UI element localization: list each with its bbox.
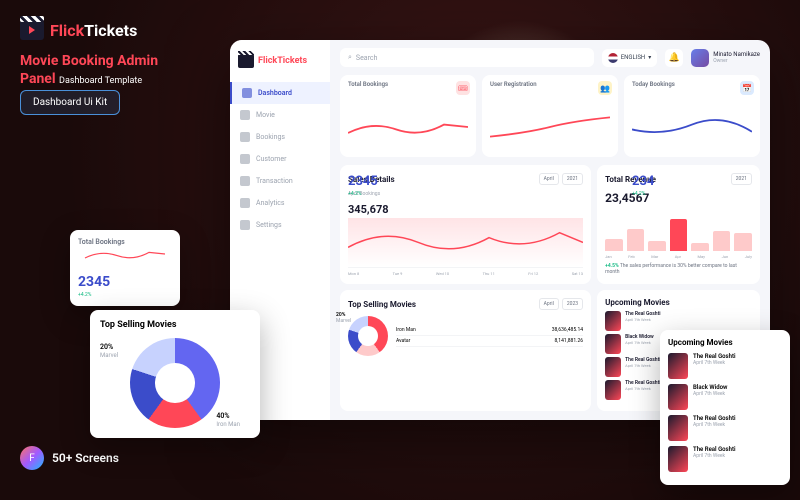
top-selling-card: Top Selling Movies April 2023 20%Marvel …	[340, 290, 591, 411]
float-top-selling: Top Selling Movies 20%Marvel 40%Iron Man	[90, 310, 260, 438]
revenue-bars	[605, 211, 752, 251]
sidebar-item-customer[interactable]: Customer	[230, 148, 330, 170]
month-select[interactable]: April	[539, 173, 559, 185]
donut-chart	[130, 338, 220, 428]
bar	[627, 229, 645, 251]
headline-c: Dashboard Template	[59, 76, 142, 86]
ticket-icon: 🎟	[456, 81, 470, 95]
nav-icon	[240, 154, 250, 164]
nav-icon	[242, 88, 252, 98]
movie-thumb	[605, 357, 621, 377]
card-title: Upcoming Movies	[605, 298, 752, 307]
stat-today-bookings: Today Bookings 📅 234 +4.2%	[624, 75, 760, 157]
stat-total-bookings: Total Bookings 🎟 2345 +4.2%	[340, 75, 476, 157]
user-name: Minato Namikaze	[713, 51, 760, 58]
headline-a: Movie Booking Admin	[20, 53, 158, 69]
list-item[interactable]: The Real GoshtiApril 7th Week	[668, 353, 782, 379]
movie-thumb	[668, 384, 688, 410]
movie-thumb	[605, 334, 621, 354]
bar	[648, 241, 666, 251]
figma-icon: F	[20, 446, 44, 470]
list-item[interactable]: The Real GoshtiApril 7th Week	[668, 415, 782, 441]
topbar: ⌕ Search ENGLISH ▾ 🔔 Minato Namikaze Own…	[340, 48, 760, 67]
flag-icon	[608, 53, 618, 63]
brand-part-a: Flick	[50, 21, 84, 40]
bar	[605, 239, 623, 251]
bar	[713, 231, 731, 251]
user-role: Owner	[713, 58, 760, 64]
movie-thumb	[668, 353, 688, 379]
sidebar-item-bookings[interactable]: Bookings	[230, 126, 330, 148]
chevron-down-icon: ▾	[648, 54, 651, 61]
sidebar-logo: FlickTickets	[230, 50, 330, 72]
sidebar-item-transaction[interactable]: Transaction	[230, 170, 330, 192]
figma-badge: F 50+ Screens	[20, 446, 119, 470]
list-item[interactable]: The Real GoshtiApril 7th Week	[668, 446, 782, 472]
sidebar-item-dashboard[interactable]: Dashboard	[230, 82, 330, 104]
table-row: Iron Man38,636,485.14	[396, 325, 583, 336]
movie-thumb	[668, 415, 688, 441]
bar	[734, 233, 752, 251]
sales-value: 345,678	[348, 203, 583, 216]
nav-icon	[240, 220, 250, 230]
promo-logo: FlickTickets	[20, 20, 180, 40]
year-select[interactable]: 2021	[562, 173, 583, 185]
nav-icon	[240, 176, 250, 186]
donut-chart	[348, 316, 388, 356]
search-input[interactable]: ⌕ Search	[340, 48, 594, 67]
language-select[interactable]: ENGLISH ▾	[602, 49, 658, 67]
dashboard-kit-button[interactable]: Dashboard Ui Kit	[20, 90, 120, 115]
movie-thumb	[605, 311, 621, 331]
screens-count: 50+ Screens	[52, 451, 119, 465]
nav-icon	[240, 110, 250, 120]
year-select[interactable]: 2023	[562, 298, 583, 310]
nav-icon	[240, 198, 250, 208]
list-item[interactable]: Black WidowApril 7th Week	[668, 384, 782, 410]
calendar-icon: 📅	[740, 81, 754, 95]
sidebar-item-movie[interactable]: Movie	[230, 104, 330, 126]
card-title: Top Selling Movies	[348, 300, 416, 309]
search-icon: ⌕	[348, 53, 352, 62]
brand-part-b: Tickets	[84, 21, 137, 40]
list-item[interactable]: The Real GoshtiApril 7th Week	[605, 311, 752, 331]
month-select[interactable]: April	[539, 298, 559, 310]
sales-chart	[348, 218, 583, 268]
user-menu[interactable]: Minato Namikaze Owner	[691, 49, 760, 67]
movie-thumb	[668, 446, 688, 472]
float-total-bookings: Total Bookings 2345 +4.2%	[70, 230, 180, 306]
bar	[670, 219, 688, 251]
users-icon: 👥	[598, 81, 612, 95]
bell-icon: 🔔	[669, 53, 680, 63]
float-upcoming: Upcoming Movies The Real GoshtiApril 7th…	[660, 330, 790, 485]
clapperboard-icon	[238, 54, 254, 68]
promo-panel: FlickTickets Movie Booking Admin Panel D…	[20, 20, 180, 115]
nav-icon	[240, 132, 250, 142]
table-row: Avatar8,141,881.26	[396, 336, 583, 347]
sidebar-item-analytics[interactable]: Analytics	[230, 192, 330, 214]
headline-b: Panel	[20, 71, 56, 87]
clapperboard-icon	[20, 20, 44, 40]
movie-thumb	[605, 380, 621, 400]
sidebar-item-settings[interactable]: Settings	[230, 214, 330, 236]
stat-user-registration: User Registration 👥	[482, 75, 618, 157]
notification-button[interactable]: 🔔	[665, 49, 683, 67]
stats-row: Total Bookings 🎟 2345 +4.2% User Registr…	[340, 75, 760, 157]
avatar	[691, 49, 709, 67]
bar	[691, 243, 709, 251]
